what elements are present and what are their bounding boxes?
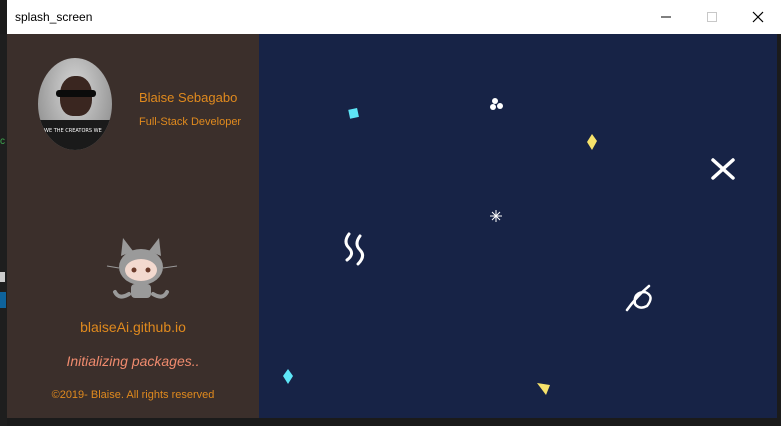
yellow-triangle-confetti [537, 383, 550, 395]
avatar-shirt-text: WE THE CREATORS WE [44, 128, 102, 134]
window-border [777, 34, 781, 426]
squiggle-confetti [344, 232, 354, 262]
maximize-icon [707, 12, 717, 22]
profile-name: Blaise Sebagabo [139, 90, 238, 105]
dot-confetti [497, 103, 503, 109]
dot-confetti [492, 98, 498, 104]
title-bar[interactable]: splash_screen [7, 0, 781, 34]
background-app-mark [0, 272, 5, 282]
close-button[interactable] [735, 0, 781, 34]
profile-role: Full-Stack Developer [139, 116, 242, 128]
dot-confetti [490, 104, 496, 110]
background-app-edge: c [0, 34, 7, 426]
avatar-shirt [38, 120, 112, 150]
cyan-square-confetti [348, 108, 359, 119]
copyright-text: ©2019- Blaise. All rights reserved [51, 389, 215, 401]
yellow-diamond-confetti [587, 134, 597, 150]
curl-confetti [625, 284, 652, 312]
background-app-mark: c [0, 136, 5, 147]
avatar: WE THE CREATORS WE [38, 58, 112, 150]
website-link[interactable]: blaiseAi.github.io [7, 319, 259, 335]
sparkle-confetti [490, 210, 502, 222]
confetti-canvas [259, 34, 777, 418]
background-app-mark [0, 292, 6, 308]
splash-window: c splash_screen WE THE CREATORS WE Blais… [0, 0, 781, 426]
splash-sidebar: WE THE CREATORS WE Blaise Sebagabo Full-… [7, 34, 259, 418]
window-title: splash_screen [15, 10, 93, 24]
minimize-icon [661, 16, 671, 18]
minimize-button[interactable] [643, 0, 689, 34]
confetti-layer [283, 98, 735, 395]
cyan-diamond-confetti [283, 369, 293, 384]
octocat-icon [106, 238, 178, 299]
close-icon [752, 11, 764, 23]
maximize-button[interactable] [689, 0, 735, 34]
loading-status: Initializing packages.. [66, 353, 200, 369]
squiggle-confetti [355, 234, 365, 266]
avatar-sunglasses [56, 90, 96, 97]
window-border [7, 418, 781, 426]
